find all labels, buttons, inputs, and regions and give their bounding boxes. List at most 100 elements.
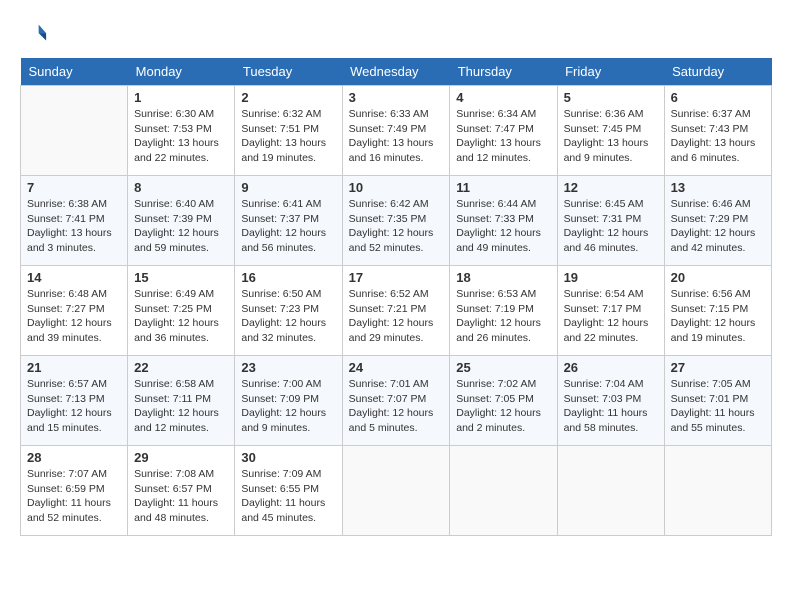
- day-info: Sunrise: 6:34 AMSunset: 7:47 PMDaylight:…: [456, 107, 550, 166]
- day-number: 3: [349, 90, 444, 105]
- day-info: Sunrise: 6:36 AMSunset: 7:45 PMDaylight:…: [564, 107, 658, 166]
- day-number: 25: [456, 360, 550, 375]
- weekday-header-monday: Monday: [128, 58, 235, 86]
- calendar-cell: 12Sunrise: 6:45 AMSunset: 7:31 PMDayligh…: [557, 176, 664, 266]
- calendar-cell: [664, 446, 771, 536]
- day-number: 15: [134, 270, 228, 285]
- day-info: Sunrise: 7:00 AMSunset: 7:09 PMDaylight:…: [241, 377, 335, 436]
- calendar-cell: 29 Sunrise: 7:08 AMSunset: 6:57 PMDayligh…: [128, 446, 235, 536]
- day-info: Sunrise: 7:02 AMSunset: 7:05 PMDaylight:…: [456, 377, 550, 436]
- weekday-header-friday: Friday: [557, 58, 664, 86]
- day-info: Sunrise: 7:07 AMSunset: 6:59 PMDaylight:…: [27, 467, 121, 526]
- logo-icon: [20, 20, 48, 48]
- day-number: 13: [671, 180, 765, 195]
- day-number: 26: [564, 360, 658, 375]
- calendar-cell: 1 Sunrise: 6:30 AMSunset: 7:53 PMDaylight…: [128, 86, 235, 176]
- calendar-week-row: 21Sunrise: 6:57 AMSunset: 7:13 PMDayligh…: [21, 356, 772, 446]
- calendar-cell: 14Sunrise: 6:48 AMSunset: 7:27 PMDayligh…: [21, 266, 128, 356]
- calendar-cell: 23 Sunrise: 7:00 AMSunset: 7:09 PMDayligh…: [235, 356, 342, 446]
- calendar-cell: 22 Sunrise: 6:58 AMSunset: 7:11 PMDayligh…: [128, 356, 235, 446]
- weekday-header-tuesday: Tuesday: [235, 58, 342, 86]
- calendar-cell: 2 Sunrise: 6:32 AMSunset: 7:51 PMDaylight…: [235, 86, 342, 176]
- calendar-cell: 8 Sunrise: 6:40 AMSunset: 7:39 PMDaylight…: [128, 176, 235, 266]
- calendar-cell: [557, 446, 664, 536]
- calendar-cell: 19 Sunrise: 6:54 AMSunset: 7:17 PMDayligh…: [557, 266, 664, 356]
- day-info: Sunrise: 7:08 AMSunset: 6:57 PMDaylight:…: [134, 467, 228, 526]
- calendar-week-row: 28Sunrise: 7:07 AMSunset: 6:59 PMDayligh…: [21, 446, 772, 536]
- calendar-cell: 27 Sunrise: 7:05 AMSunset: 7:01 PMDayligh…: [664, 356, 771, 446]
- day-info: Sunrise: 6:30 AMSunset: 7:53 PMDaylight:…: [134, 107, 228, 166]
- day-number: 11: [456, 180, 550, 195]
- calendar-week-row: 7Sunrise: 6:38 AMSunset: 7:41 PMDaylight…: [21, 176, 772, 266]
- calendar-cell: 15 Sunrise: 6:49 AMSunset: 7:25 PMDayligh…: [128, 266, 235, 356]
- day-info: Sunrise: 7:01 AMSunset: 7:07 PMDaylight:…: [349, 377, 444, 436]
- day-number: 23: [241, 360, 335, 375]
- day-info: Sunrise: 6:53 AMSunset: 7:19 PMDaylight:…: [456, 287, 550, 346]
- day-number: 19: [564, 270, 658, 285]
- weekday-header-sunday: Sunday: [21, 58, 128, 86]
- day-number: 7: [27, 180, 121, 195]
- day-info: Sunrise: 6:46 AMSunset: 7:29 PMDaylight:…: [671, 197, 765, 256]
- day-info: Sunrise: 6:58 AMSunset: 7:11 PMDaylight:…: [134, 377, 228, 436]
- calendar-cell: 6Sunrise: 6:37 AMSunset: 7:43 PMDaylight…: [664, 86, 771, 176]
- logo: [20, 20, 50, 48]
- calendar-cell: 10Sunrise: 6:42 AMSunset: 7:35 PMDayligh…: [342, 176, 450, 266]
- calendar-cell: 13 Sunrise: 6:46 AMSunset: 7:29 PMDayligh…: [664, 176, 771, 266]
- day-number: 4: [456, 90, 550, 105]
- day-number: 18: [456, 270, 550, 285]
- calendar-cell: 17 Sunrise: 6:52 AMSunset: 7:21 PMDayligh…: [342, 266, 450, 356]
- calendar-cell: 26 Sunrise: 7:04 AMSunset: 7:03 PMDayligh…: [557, 356, 664, 446]
- weekday-header-saturday: Saturday: [664, 58, 771, 86]
- calendar-cell: 3Sunrise: 6:33 AMSunset: 7:49 PMDaylight…: [342, 86, 450, 176]
- calendar-cell: [450, 446, 557, 536]
- calendar-cell: [342, 446, 450, 536]
- day-number: 2: [241, 90, 335, 105]
- day-number: 29: [134, 450, 228, 465]
- day-info: Sunrise: 6:44 AMSunset: 7:33 PMDaylight:…: [456, 197, 550, 256]
- day-number: 14: [27, 270, 121, 285]
- calendar-week-row: 14Sunrise: 6:48 AMSunset: 7:27 PMDayligh…: [21, 266, 772, 356]
- day-number: 1: [134, 90, 228, 105]
- calendar-cell: 28Sunrise: 7:07 AMSunset: 6:59 PMDayligh…: [21, 446, 128, 536]
- calendar-cell: 30 Sunrise: 7:09 AMSunset: 6:55 PMDayligh…: [235, 446, 342, 536]
- calendar-cell: 25 Sunrise: 7:02 AMSunset: 7:05 PMDayligh…: [450, 356, 557, 446]
- day-info: Sunrise: 6:41 AMSunset: 7:37 PMDaylight:…: [241, 197, 335, 256]
- calendar-cell: 24Sunrise: 7:01 AMSunset: 7:07 PMDayligh…: [342, 356, 450, 446]
- day-info: Sunrise: 6:50 AMSunset: 7:23 PMDaylight:…: [241, 287, 335, 346]
- calendar-cell: 21Sunrise: 6:57 AMSunset: 7:13 PMDayligh…: [21, 356, 128, 446]
- day-info: Sunrise: 7:04 AMSunset: 7:03 PMDaylight:…: [564, 377, 658, 436]
- day-number: 6: [671, 90, 765, 105]
- day-info: Sunrise: 7:09 AMSunset: 6:55 PMDaylight:…: [241, 467, 335, 526]
- day-number: 16: [241, 270, 335, 285]
- day-info: Sunrise: 6:52 AMSunset: 7:21 PMDaylight:…: [349, 287, 444, 346]
- calendar-cell: 4 Sunrise: 6:34 AMSunset: 7:47 PMDaylight…: [450, 86, 557, 176]
- calendar-cell: 9Sunrise: 6:41 AMSunset: 7:37 PMDaylight…: [235, 176, 342, 266]
- day-number: 10: [349, 180, 444, 195]
- weekday-header-wednesday: Wednesday: [342, 58, 450, 86]
- calendar-week-row: 1 Sunrise: 6:30 AMSunset: 7:53 PMDaylight…: [21, 86, 772, 176]
- calendar-cell: 16 Sunrise: 6:50 AMSunset: 7:23 PMDayligh…: [235, 266, 342, 356]
- day-number: 27: [671, 360, 765, 375]
- calendar-cell: 7Sunrise: 6:38 AMSunset: 7:41 PMDaylight…: [21, 176, 128, 266]
- day-info: Sunrise: 6:40 AMSunset: 7:39 PMDaylight:…: [134, 197, 228, 256]
- day-info: Sunrise: 6:56 AMSunset: 7:15 PMDaylight:…: [671, 287, 765, 346]
- day-number: 20: [671, 270, 765, 285]
- day-number: 17: [349, 270, 444, 285]
- day-info: Sunrise: 6:57 AMSunset: 7:13 PMDaylight:…: [27, 377, 121, 436]
- calendar-header-row: SundayMondayTuesdayWednesdayThursdayFrid…: [21, 58, 772, 86]
- day-number: 22: [134, 360, 228, 375]
- calendar-cell: 5 Sunrise: 6:36 AMSunset: 7:45 PMDaylight…: [557, 86, 664, 176]
- day-number: 8: [134, 180, 228, 195]
- day-info: Sunrise: 6:49 AMSunset: 7:25 PMDaylight:…: [134, 287, 228, 346]
- calendar-cell: [21, 86, 128, 176]
- calendar-cell: 20 Sunrise: 6:56 AMSunset: 7:15 PMDayligh…: [664, 266, 771, 356]
- day-info: Sunrise: 6:54 AMSunset: 7:17 PMDaylight:…: [564, 287, 658, 346]
- day-info: Sunrise: 7:05 AMSunset: 7:01 PMDaylight:…: [671, 377, 765, 436]
- weekday-header-thursday: Thursday: [450, 58, 557, 86]
- calendar: SundayMondayTuesdayWednesdayThursdayFrid…: [20, 58, 772, 536]
- day-number: 30: [241, 450, 335, 465]
- day-number: 5: [564, 90, 658, 105]
- day-number: 12: [564, 180, 658, 195]
- day-info: Sunrise: 6:32 AMSunset: 7:51 PMDaylight:…: [241, 107, 335, 166]
- calendar-cell: 11 Sunrise: 6:44 AMSunset: 7:33 PMDayligh…: [450, 176, 557, 266]
